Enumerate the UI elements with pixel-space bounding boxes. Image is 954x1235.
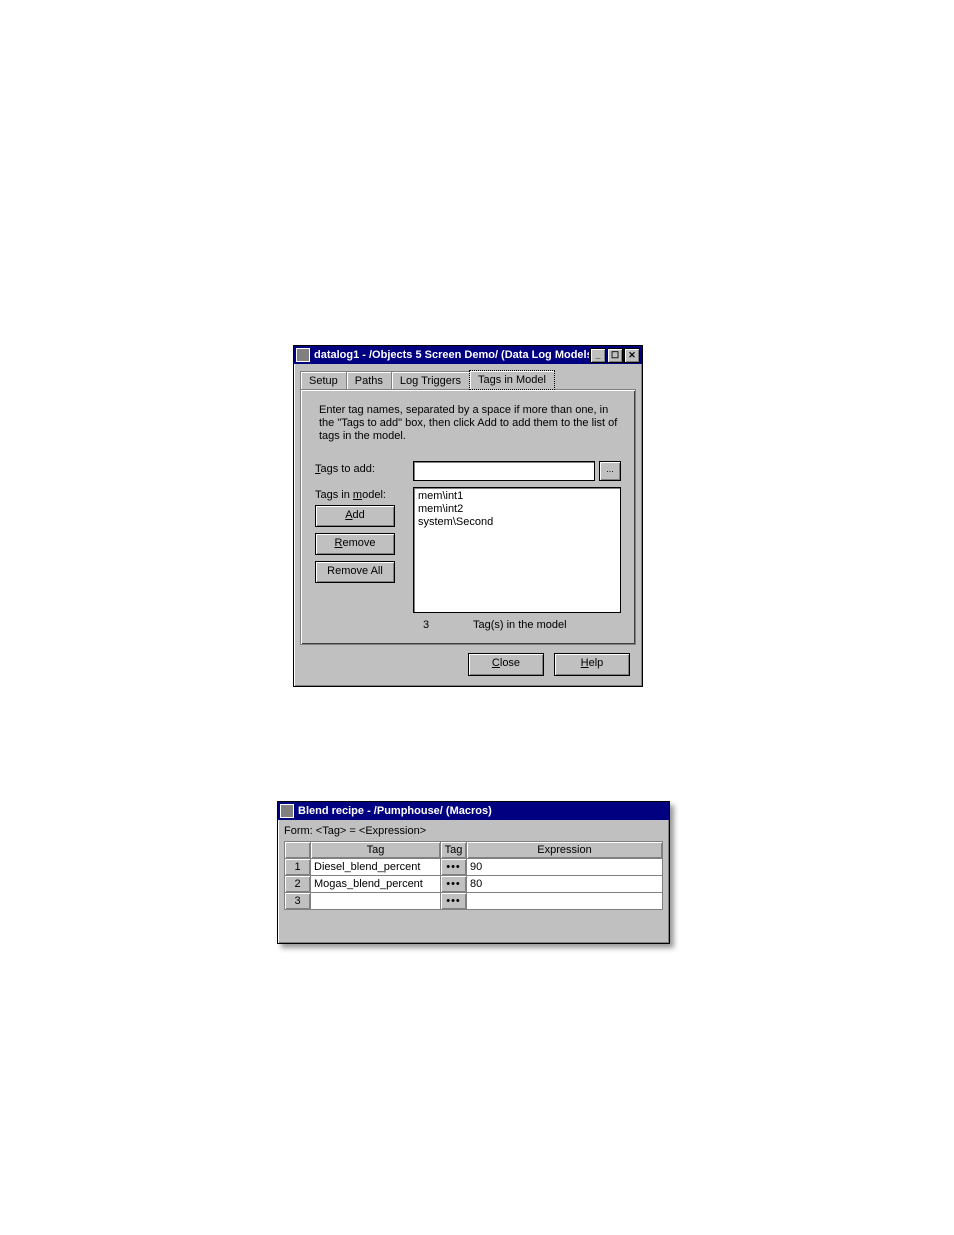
help-button[interactable]: Help bbox=[554, 653, 630, 676]
close-window-button[interactable]: ✕ bbox=[624, 348, 640, 363]
maximize-button[interactable]: ☐ bbox=[607, 348, 623, 363]
list-item[interactable]: mem\int2 bbox=[418, 503, 616, 516]
row-number[interactable]: 2 bbox=[285, 876, 311, 893]
table-row: 3 ••• bbox=[285, 893, 663, 910]
titlebar[interactable]: Blend recipe - /Pumphouse/ (Macros) bbox=[278, 802, 669, 820]
browse-tags-button[interactable]: ... bbox=[599, 461, 621, 481]
tab-panel: Enter tag names, separated by a space if… bbox=[300, 389, 636, 645]
system-menu-icon[interactable] bbox=[280, 804, 294, 818]
tab-paths[interactable]: Paths bbox=[346, 371, 392, 389]
expression-cell[interactable]: 80 bbox=[467, 876, 663, 893]
remove-button[interactable]: Remove bbox=[315, 533, 395, 555]
tab-tags-in-model[interactable]: Tags in Model bbox=[469, 370, 555, 390]
macro-grid: Tag Tag Expression 1 Diesel_blend_percen… bbox=[284, 841, 663, 910]
titlebar[interactable]: datalog1 - /Objects 5 Screen Demo/ (Data… bbox=[294, 346, 642, 364]
table-row: 2 Mogas_blend_percent ••• 80 bbox=[285, 876, 663, 893]
tab-setup[interactable]: Setup bbox=[300, 371, 347, 389]
window-title: datalog1 - /Objects 5 Screen Demo/ (Data… bbox=[314, 349, 589, 361]
col-header-tag-button[interactable]: Tag bbox=[441, 842, 467, 859]
list-item[interactable]: system\Second bbox=[418, 516, 616, 529]
tags-in-model-label: Tags in model: bbox=[315, 487, 413, 501]
tag-browse-button[interactable]: ••• bbox=[441, 859, 467, 876]
tags-to-add-label: Tags to add: bbox=[315, 461, 413, 475]
remove-all-button[interactable]: Remove All bbox=[315, 561, 395, 583]
list-item[interactable]: mem\int1 bbox=[418, 490, 616, 503]
tab-log-triggers[interactable]: Log Triggers bbox=[391, 371, 470, 389]
tag-count-number: 3 bbox=[423, 619, 453, 631]
tab-strip: Setup Paths Log Triggers Tags in Model bbox=[300, 370, 636, 389]
add-button[interactable]: Add bbox=[315, 505, 395, 527]
blend-recipe-window: Blend recipe - /Pumphouse/ (Macros) Form… bbox=[277, 801, 670, 944]
tags-in-model-listbox[interactable]: mem\int1 mem\int2 system\Second bbox=[413, 487, 621, 613]
tag-browse-button[interactable]: ••• bbox=[441, 876, 467, 893]
system-menu-icon[interactable] bbox=[296, 348, 310, 362]
tag-count-label: Tag(s) in the model bbox=[473, 619, 567, 631]
col-header-expression[interactable]: Expression bbox=[467, 842, 663, 859]
corner-header bbox=[285, 842, 311, 859]
tag-cell[interactable]: Mogas_blend_percent bbox=[311, 876, 441, 893]
expression-cell[interactable] bbox=[467, 893, 663, 910]
expression-cell[interactable]: 90 bbox=[467, 859, 663, 876]
row-number[interactable]: 3 bbox=[285, 893, 311, 910]
minimize-button[interactable]: _ bbox=[590, 348, 606, 363]
close-button[interactable]: Close bbox=[468, 653, 544, 676]
tag-cell[interactable] bbox=[311, 893, 441, 910]
tag-cell[interactable]: Diesel_blend_percent bbox=[311, 859, 441, 876]
window-title: Blend recipe - /Pumphouse/ (Macros) bbox=[298, 805, 667, 817]
row-number[interactable]: 1 bbox=[285, 859, 311, 876]
instructions-text: Enter tag names, separated by a space if… bbox=[319, 404, 621, 443]
datalog-window: datalog1 - /Objects 5 Screen Demo/ (Data… bbox=[293, 345, 643, 687]
col-header-tag[interactable]: Tag bbox=[311, 842, 441, 859]
tag-browse-button[interactable]: ••• bbox=[441, 893, 467, 910]
form-hint: Form: <Tag> = <Expression> bbox=[278, 820, 669, 841]
table-row: 1 Diesel_blend_percent ••• 90 bbox=[285, 859, 663, 876]
tags-to-add-input[interactable] bbox=[413, 461, 595, 481]
